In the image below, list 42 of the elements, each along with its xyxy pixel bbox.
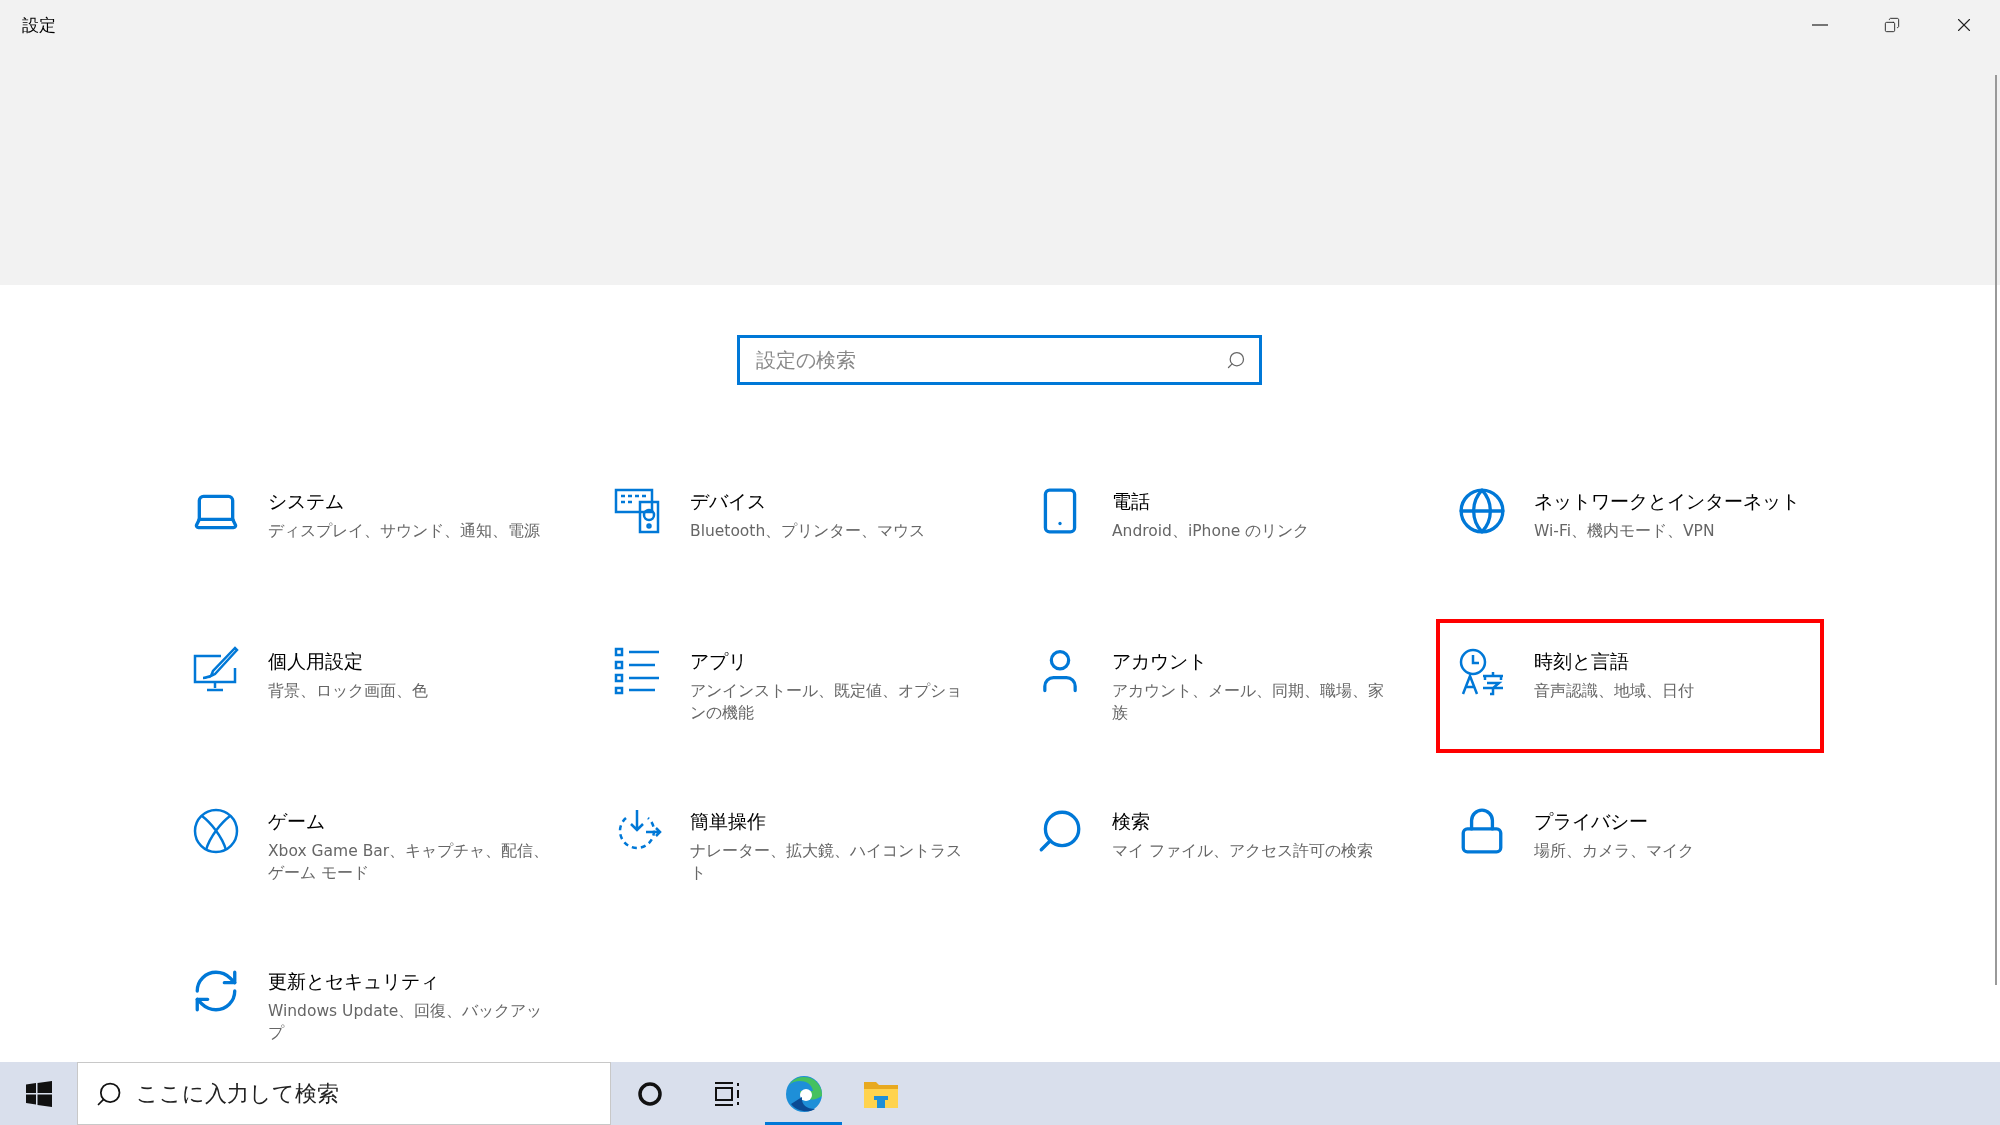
category-title: ネットワークとインターネット (1534, 489, 1801, 514)
category-tile[interactable]: ネットワークとインターネット Wi-Fi、機内モード、VPN (1436, 459, 1824, 593)
category-description: Bluetooth、プリンター、マウス (690, 521, 927, 542)
category-title: デバイス (690, 489, 767, 514)
window-title: 設定 (22, 13, 57, 37)
category-title: 時刻と言語 (1534, 649, 1630, 674)
category-title: 電話 (1112, 489, 1151, 514)
category-title: 個人用設定 (268, 649, 364, 674)
category-description: マイ ファイル、アクセス許可の検索 (1112, 841, 1374, 862)
category-tile[interactable]: 検索 マイ ファイル、アクセス許可の検索 (1014, 779, 1402, 913)
category-description: アンインストール、既定値、オプションの機能 (690, 681, 963, 724)
category-tile[interactable]: アカウント アカウント、メール、同期、職場、家族 (1014, 619, 1402, 753)
category-description: Wi-Fi、機内モード、VPN (1534, 521, 1716, 542)
category-tile[interactable]: アプリ アンインストール、既定値、オプションの機能 (592, 619, 980, 753)
category-tile[interactable]: システム ディスプレイ、サウンド、通知、電源 (170, 459, 558, 593)
category-title: ゲーム (268, 809, 326, 834)
search-field[interactable]: 設定の検索 (737, 335, 1262, 385)
category-description: 音声認識、地域、日付 (1534, 681, 1695, 702)
category-title: 簡単操作 (690, 809, 767, 834)
category-title: システム (268, 489, 345, 514)
category-tile[interactable]: 更新とセキュリティ Windows Update、回復、バックアップ (170, 939, 558, 1062)
category-tile[interactable]: 簡単操作 ナレーター、拡大鏡、ハイコントラスト (592, 779, 980, 913)
category-tile[interactable]: デバイス Bluetooth、プリンター、マウス (592, 459, 980, 593)
category-title: アカウント (1112, 649, 1208, 674)
category-title: プライバシー (1534, 809, 1649, 834)
category-title: 検索 (1112, 809, 1151, 834)
category-title: 更新とセキュリティ (268, 969, 440, 994)
category-title: アプリ (690, 649, 748, 674)
category-tile[interactable]: ゲーム Xbox Game Bar、キャプチャ、配信、ゲーム モード (170, 779, 558, 913)
category-tile[interactable]: 個人用設定 背景、ロック画面、色 (170, 619, 558, 753)
category-tile[interactable]: 時刻と言語 音声認識、地域、日付 (1436, 619, 1824, 753)
category-description: 場所、カメラ、マイク (1534, 841, 1695, 862)
category-description: Android、iPhone のリンク (1112, 521, 1311, 542)
category-description: Windows Update、回復、バックアップ (268, 1001, 544, 1044)
category-description: ディスプレイ、サウンド、通知、電源 (268, 521, 541, 542)
category-description: Xbox Game Bar、キャプチャ、配信、ゲーム モード (268, 841, 550, 884)
taskbar-search-field[interactable]: ここに入力して検索 (77, 1062, 611, 1125)
category-tile[interactable]: 電話 Android、iPhone のリンク (1014, 459, 1402, 593)
category-description: アカウント、メール、同期、職場、家族 (1112, 681, 1385, 724)
category-description: 背景、ロック画面、色 (268, 681, 429, 702)
category-tile[interactable]: プライバシー 場所、カメラ、マイク (1436, 779, 1824, 913)
category-description: ナレーター、拡大鏡、ハイコントラスト (690, 841, 963, 884)
